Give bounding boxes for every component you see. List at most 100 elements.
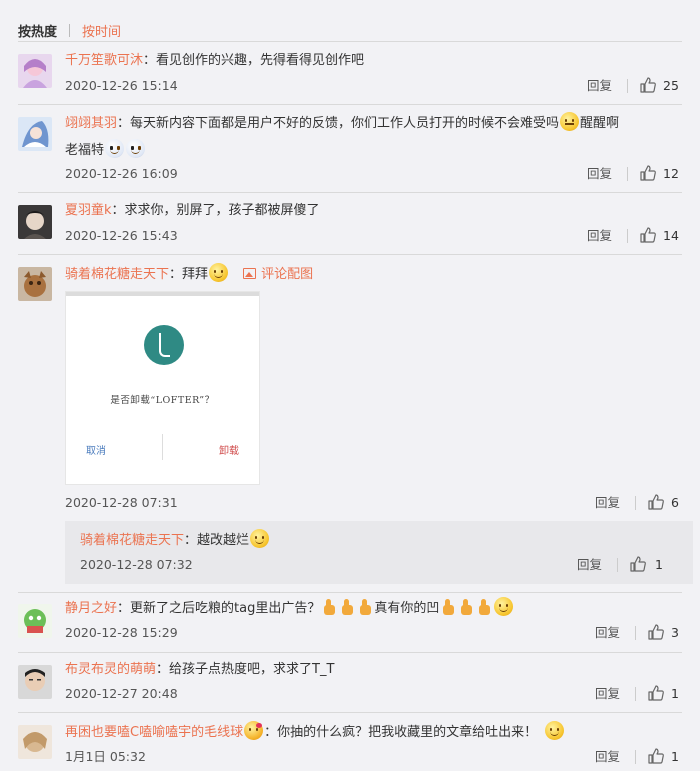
dialog-cancel-label: 取消 [86,446,106,457]
thumbs-up-emoji-icon [321,598,337,616]
view-comment-picture-link[interactable]: 评论配图 [243,267,313,282]
separator [627,79,628,93]
reply-button[interactable]: 回复 [577,556,602,574]
thumbs-up-emoji-icon [476,598,492,616]
timestamp: 2020-12-27 20:48 [65,686,178,701]
crying-emoji-icon [105,139,125,158]
comment-text: 老福特 [65,143,105,158]
thumbs-up-icon[interactable] [639,164,657,182]
image-status-bar [66,292,259,296]
like-count: 1 [671,749,679,764]
timestamp: 2020-12-28 07:31 [65,495,178,510]
comment-body: 翊翊其羽：每天新内容下面都是用户不好的反馈，你们工作人员打开的时候不会难受吗 醒醒… [65,112,619,134]
like-count: 25 [663,78,679,93]
comment-text: ：每天新内容下面都是用户不好的反馈，你们工作人员打开的时候不会难受吗 [117,116,560,131]
like-count: 14 [663,228,679,243]
thumbs-up-emoji-icon [357,598,373,616]
divider [18,592,682,593]
reply-button[interactable]: 回复 [595,624,620,642]
comment-text: ：看见创作的兴趣，先得看得见创作吧 [143,53,365,68]
timestamp: 2020-12-28 07:32 [80,557,193,572]
username-link[interactable]: 骑着棉花糖走天下 [80,533,184,548]
avatar[interactable] [18,604,52,638]
divider [18,41,682,42]
crying-emoji-icon [126,139,146,158]
thumbs-up-icon[interactable] [629,555,647,573]
comment-body: 布灵布灵的萌萌：给孩子点热度吧，求求了T_T [65,660,334,680]
avatar[interactable] [18,117,52,151]
like-count: 1 [671,686,679,701]
reply-button[interactable]: 回复 [587,77,612,95]
thumbs-up-icon[interactable] [647,493,665,511]
comment-text: ：越改越烂 [184,533,250,548]
dialog-uninstall-label: 卸载 [219,446,239,457]
divider [18,652,682,653]
username-link[interactable]: 再困也要嗑C嗑喻嗑宇的毛线球 [65,725,243,740]
reply-button[interactable]: 回复 [595,748,620,766]
lofter-logo-icon [144,325,184,365]
sort-tabs: 按热度 按时间 [18,21,121,40]
thumbs-up-icon[interactable] [639,76,657,94]
username-link[interactable]: 静月之好 [65,601,117,616]
thumbs-up-icon[interactable] [639,226,657,244]
tab-sort-hot[interactable]: 按热度 [18,21,57,40]
thumbs-up-emoji-icon [440,598,456,616]
comment-body: 夏羽童k：求求你，别屏了，孩子都被屏傻了 [65,201,320,221]
tab-divider [69,23,71,37]
timestamp: 2020-12-26 16:09 [65,166,178,181]
divider [18,192,682,193]
tab-sort-time[interactable]: 按时间 [82,21,121,40]
like-count: 1 [655,557,663,572]
thumbs-up-icon[interactable] [647,684,665,702]
username-link[interactable]: 千万笙歌可沐 [65,53,143,68]
like-count: 12 [663,166,679,181]
divider [18,712,682,713]
timestamp: 2020-12-26 15:43 [65,228,178,243]
comment-text: ：求求你，别屏了，孩子都被屏傻了 [111,203,320,218]
separator [635,750,636,764]
reply-button[interactable]: 回复 [595,685,620,703]
username-link[interactable]: 夏羽童k [65,203,112,218]
comment-text: ：你抽的什么疯？把我收藏里的文章给吐出来！ [264,725,538,740]
separator [635,626,636,640]
reply-button[interactable]: 回复 [587,227,612,245]
comment-image[interactable]: 是否卸载“LOFTER”？ 取消 卸载 [65,291,260,485]
avatar[interactable] [18,205,52,239]
avatar[interactable] [18,725,52,759]
separator [627,229,628,243]
smile-emoji-icon [209,263,229,282]
divider [18,254,682,255]
reply-button[interactable]: 回复 [587,165,612,183]
comment-body: 老福特 [65,139,146,161]
smile-emoji-icon [494,597,514,616]
separator [635,496,636,510]
avatar[interactable] [18,665,52,699]
smile-emoji-icon [545,721,565,740]
timestamp: 2020-12-26 15:14 [65,78,178,93]
reply-button[interactable]: 回复 [595,494,620,512]
username-link[interactable]: 骑着棉花糖走天下 [65,267,169,282]
comment-text: ：更新了之后吃粮的tag里出广告？ [117,601,321,616]
separator [627,167,628,181]
username-link[interactable]: 布灵布灵的萌萌 [65,662,156,677]
comment-text: 醒醒啊 [580,116,620,131]
thumbs-up-icon[interactable] [647,747,665,765]
dialog-divider [162,434,163,460]
heart-emoji-icon [244,721,264,740]
thumbs-up-emoji-icon [339,598,355,616]
username-link[interactable]: 翊翊其羽 [65,116,117,131]
separator [635,687,636,701]
avatar[interactable] [18,267,52,301]
avatar[interactable] [18,54,52,88]
like-count: 3 [671,625,679,640]
like-count: 6 [671,495,679,510]
shush-emoji-icon [560,112,580,131]
thumbs-up-emoji-icon [458,598,474,616]
view-comment-picture-label: 评论配图 [261,267,314,282]
comment-text: ：拜拜 [169,267,209,282]
picture-icon [243,268,257,279]
timestamp: 1月1日 05:32 [65,749,146,764]
thumbs-up-icon[interactable] [647,623,665,641]
comment-text: ：给孩子点热度吧，求求了T_T [156,662,335,677]
timestamp: 2020-12-28 15:29 [65,625,178,640]
